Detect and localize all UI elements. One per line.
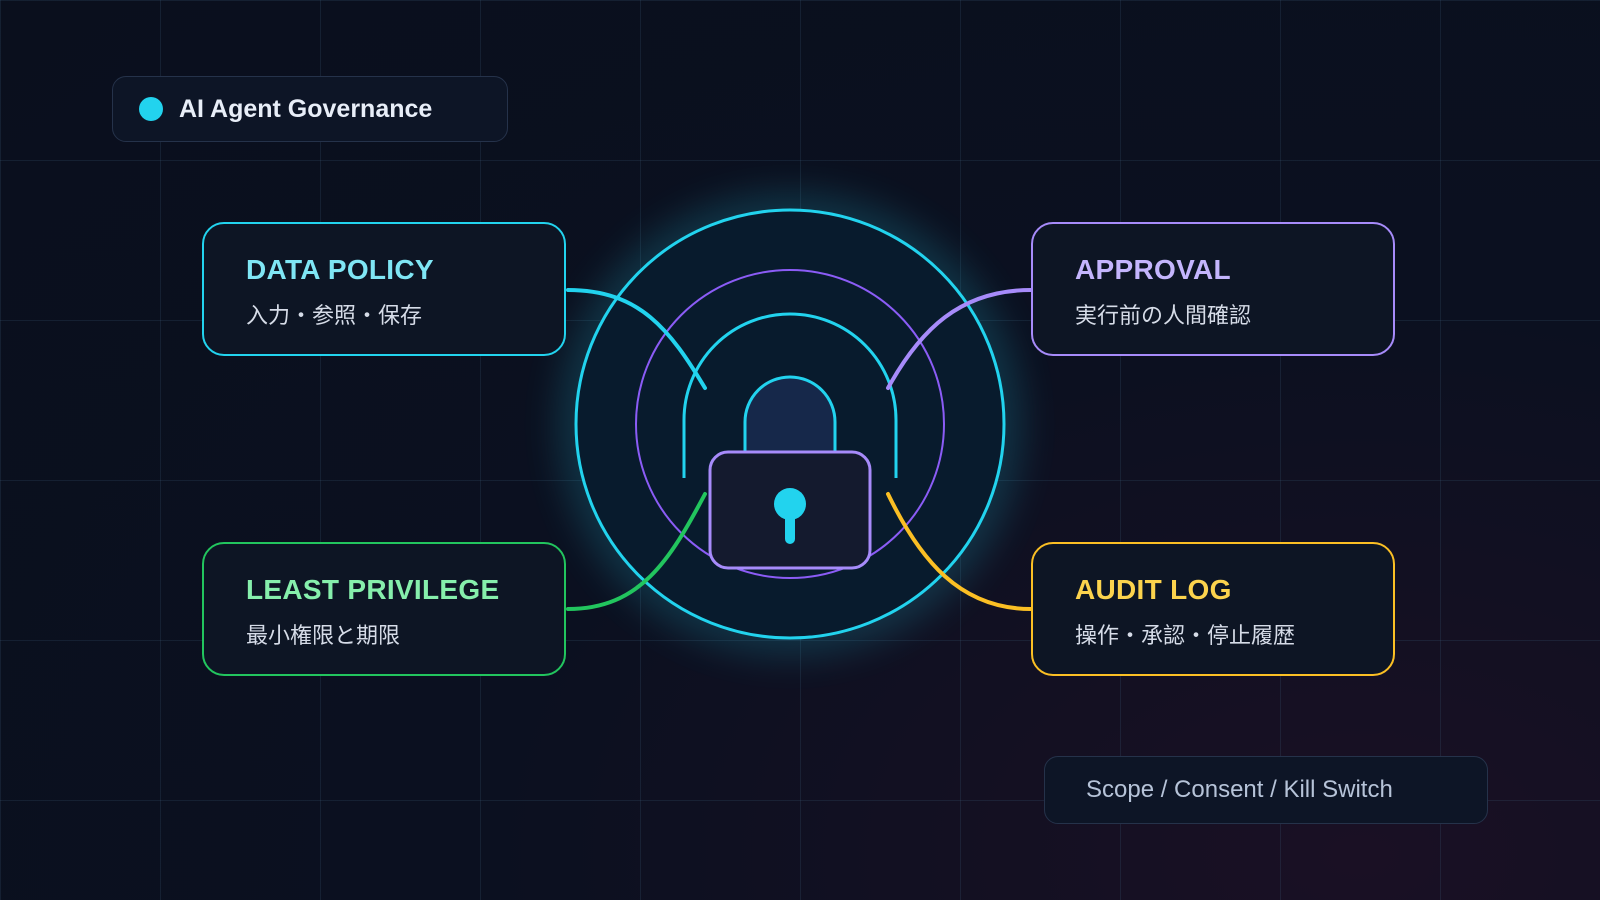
- card-audit-log: AUDIT LOG 操作・承認・停止履歴: [1031, 542, 1395, 676]
- status-dot-icon: [139, 97, 163, 121]
- card-title: LEAST PRIVILEGE: [246, 574, 500, 605]
- footer-label: Scope / Consent / Kill Switch: [1086, 776, 1393, 803]
- card-title: AUDIT LOG: [1075, 574, 1232, 605]
- card-title: APPROVAL: [1075, 254, 1231, 285]
- governance-badge: AI Agent Governance: [112, 76, 508, 142]
- card-subtitle: 操作・承認・停止履歴: [1075, 624, 1296, 649]
- card-approval: APPROVAL 実行前の人間確認: [1031, 222, 1395, 356]
- badge-label: AI Agent Governance: [179, 94, 433, 123]
- card-least-privilege: LEAST PRIVILEGE 最小権限と期限: [202, 542, 566, 676]
- card-title: DATA POLICY: [246, 254, 434, 285]
- footer-label-box: Scope / Consent / Kill Switch: [1044, 756, 1488, 824]
- card-subtitle: 入力・参照・保存: [246, 304, 423, 329]
- card-data-policy: DATA POLICY 入力・参照・保存: [202, 222, 566, 356]
- card-subtitle: 実行前の人間確認: [1075, 304, 1252, 329]
- card-subtitle: 最小権限と期限: [246, 624, 401, 649]
